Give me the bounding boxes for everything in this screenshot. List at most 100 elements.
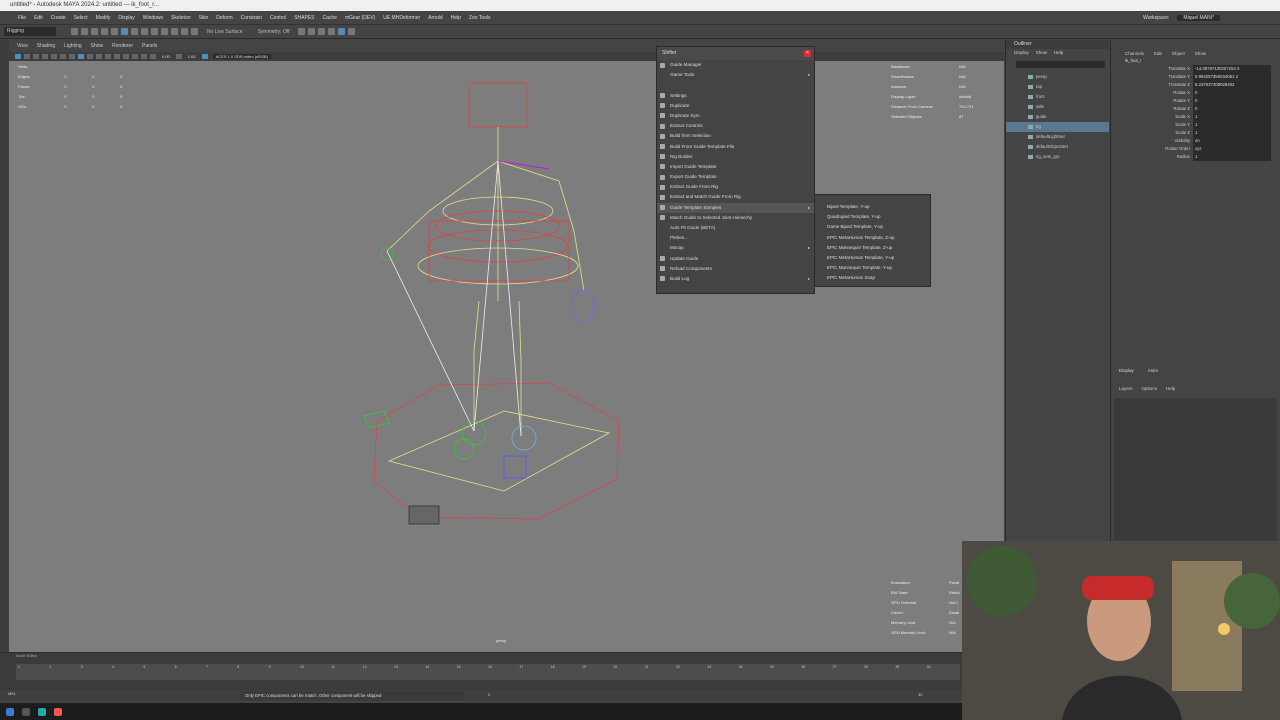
arnold-render-icon[interactable] [338, 28, 346, 35]
shifter-menu-item[interactable]: Guide Template Samples ▸ [657, 202, 814, 213]
live-surface-label[interactable]: No Live Surface [207, 29, 243, 35]
shifter-menu-item[interactable]: Duplicate Sym [657, 111, 814, 121]
menu-item[interactable]: Modify [96, 15, 111, 21]
outliner-item[interactable]: rig_sets_grp [1006, 152, 1109, 162]
channel-value-field[interactable]: 1 [1193, 113, 1271, 121]
lasso-tool-icon[interactable] [131, 28, 138, 35]
node-editor-label[interactable]: Node Editor [16, 653, 37, 658]
outliner-item[interactable]: defaultLightSet [1006, 132, 1109, 142]
gamma-value[interactable]: 1.00 [188, 54, 196, 59]
outliner-item[interactable]: top [1006, 82, 1109, 92]
layer-tab[interactable]: Display [1119, 366, 1134, 373]
time-slider-ticks[interactable]: 1 2 3 4 5 6 7 8 9 10 11 12 13 14 15 16 17 18 19 20 21 22 23 24 2… [16, 664, 960, 680]
image-plane-icon[interactable] [42, 54, 48, 59]
menu-item[interactable]: UE MHDeformer [383, 15, 420, 21]
shifter-menu-item[interactable]: Match Guide to Selected Joint Hierarchy [657, 213, 814, 223]
channel-row[interactable]: Scale Z1 [1111, 129, 1280, 137]
isolate-select-icon[interactable] [141, 54, 147, 59]
shifter-menu-item[interactable]: Settings [657, 91, 814, 101]
channel-box-menu-item[interactable]: Edit [1154, 48, 1162, 56]
shifter-menu-item[interactable]: Plebes... [657, 233, 814, 243]
range-end-field[interactable]: 30 [918, 692, 922, 697]
channel-row[interactable]: Rotate Y0 [1111, 97, 1280, 105]
submenu-item[interactable]: Game Biped Template, Y-up [815, 222, 930, 232]
channel-row[interactable]: Rotate X0 [1111, 89, 1280, 97]
menu-item[interactable]: Zoo Tools [469, 15, 491, 21]
textured-icon[interactable] [96, 54, 102, 59]
channel-box-menu-item[interactable]: Show [1195, 48, 1206, 56]
menu-item[interactable]: SHAPES [294, 15, 314, 21]
menu-item[interactable]: Create [51, 15, 66, 21]
xray-icon[interactable] [123, 54, 129, 59]
channel-value-field[interactable]: 1 [1193, 129, 1271, 137]
menu-item[interactable]: Edit [34, 15, 43, 21]
channel-value-field[interactable]: 0.994257356034061 2 [1193, 73, 1271, 81]
submenu-item[interactable]: Quadruped Template, Y-up [815, 212, 930, 222]
channel-row[interactable]: Translate X -14.08787130267254 3 [1111, 65, 1280, 73]
view-transform-dropdown[interactable]: ACES 1.0 SDR-video (sRGB) [212, 54, 272, 59]
menu-item[interactable]: Skin [199, 15, 209, 21]
render-settings-icon[interactable] [318, 28, 326, 35]
shifter-menu-item[interactable]: Build from Selection [657, 131, 814, 141]
menu-item[interactable]: Control [270, 15, 286, 21]
outliner-menu-item[interactable]: Help [1054, 49, 1063, 57]
viewport-menu-item[interactable]: Lighting [64, 40, 82, 52]
outliner-item[interactable]: defaultObjectSet [1006, 142, 1109, 152]
outliner-item[interactable]: guide [1006, 112, 1109, 122]
channel-row[interactable]: Radius 1 [1111, 153, 1280, 161]
channel-value-field[interactable]: 8.237637308028492 [1193, 81, 1271, 89]
close-icon[interactable]: × [804, 50, 811, 57]
camera-attributes-icon[interactable] [24, 54, 30, 59]
snap-grid-icon[interactable] [151, 28, 158, 35]
menu-item[interactable]: Windows [143, 15, 163, 21]
perspective-viewport[interactable] [9, 61, 1004, 652]
menu-item[interactable]: Constrain [241, 15, 262, 21]
channel-box-menu-item[interactable]: Object [1172, 48, 1185, 56]
exposure-value[interactable]: 0.00 [162, 54, 170, 59]
select-tool-icon[interactable] [121, 28, 128, 35]
color-management-icon[interactable] [201, 54, 208, 59]
snap-curve-icon[interactable] [161, 28, 168, 35]
outliner-item[interactable]: front [1006, 92, 1109, 102]
explorer-icon[interactable] [22, 707, 30, 716]
bookmark-icon[interactable] [33, 54, 39, 59]
browser-icon[interactable] [54, 707, 62, 716]
submenu-item[interactable]: EPIC Mannequin Template, Z-up [815, 243, 930, 253]
submenu-item[interactable]: EPIC MetaHuman Snap [815, 273, 930, 283]
redo-icon[interactable] [111, 28, 118, 35]
start-icon[interactable] [6, 707, 14, 716]
shifter-menu-item[interactable]: Reload Components [657, 264, 814, 274]
menu-item[interactable]: Help [451, 15, 461, 21]
snap-view-icon[interactable] [181, 28, 188, 35]
channel-value-field[interactable]: -14.08787130267254 3 [1193, 65, 1271, 73]
camera-select-icon[interactable] [15, 54, 21, 59]
film-gate-icon[interactable] [60, 54, 66, 59]
menu-item[interactable]: Display [118, 15, 134, 21]
shifter-menu-item[interactable]: Extract and Match Guide From Rig [657, 192, 814, 202]
shifter-menu-item[interactable]: Duplicate [657, 101, 814, 111]
shadows-icon[interactable] [114, 54, 120, 59]
outliner-menu-item[interactable]: Show [1036, 49, 1047, 57]
menu-item[interactable]: Cache [322, 15, 336, 21]
shifter-menu-item[interactable]: Import Guide Template [657, 162, 814, 172]
gamma-icon[interactable] [175, 54, 182, 59]
range-slider[interactable] [0, 690, 962, 701]
playblast-icon[interactable] [348, 28, 356, 35]
submenu-item[interactable]: Biped Template, Y-up [815, 202, 930, 212]
channel-row[interactable]: Translate Z 8.237637308028492 [1111, 81, 1280, 89]
save-scene-icon[interactable] [91, 28, 98, 35]
maya-icon[interactable] [38, 707, 46, 716]
shifter-menu-item[interactable]: Build Log ▸ [657, 274, 814, 284]
menu-set-dropdown[interactable]: Rigging [4, 27, 56, 36]
viewport-menu-item[interactable]: View [17, 40, 28, 52]
viewport-menu-item[interactable]: Renderer [112, 40, 133, 52]
xray-joints-icon[interactable] [132, 54, 138, 59]
shifter-menu-item[interactable]: Extract Guide From Rig [657, 182, 814, 192]
channel-row[interactable]: Scale Y1 [1111, 121, 1280, 129]
snap-point-icon[interactable] [171, 28, 178, 35]
channel-row[interactable]: Scale X1 [1111, 113, 1280, 121]
wireframe-icon[interactable] [78, 54, 84, 59]
menu-item[interactable]: Skeleton [171, 15, 190, 21]
channel-row[interactable]: Rotate Z0 [1111, 105, 1280, 113]
menu-item[interactable]: Arnold [428, 15, 442, 21]
